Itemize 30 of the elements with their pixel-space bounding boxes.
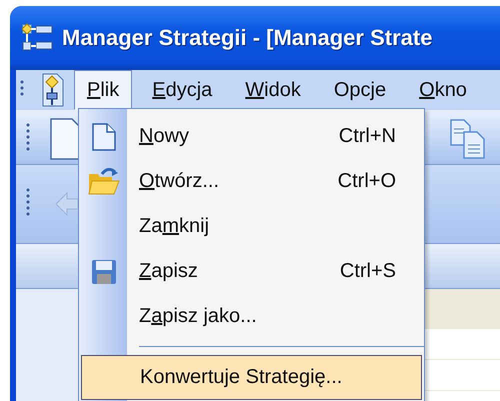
menu-item[interactable]: Konwertuje Strategię...	[81, 355, 422, 400]
menu-item[interactable]: Otwórz... Ctrl+O	[81, 159, 422, 204]
menu-item-label: Nowy	[139, 125, 190, 148]
toolbar-grip[interactable]	[20, 78, 24, 96]
menu-item[interactable]: Nowy Ctrl+N	[81, 114, 422, 159]
menu-item-label: Otwórz...	[139, 170, 220, 193]
menu-tab[interactable]: Edycja	[139, 70, 226, 110]
menu-item[interactable]: Zapisz Ctrl+S	[81, 249, 422, 294]
menu-item-label: Zamknij	[139, 215, 210, 238]
menu-item[interactable]: Zapisz jako...	[81, 294, 422, 339]
menu-tab[interactable]: Plik	[74, 70, 132, 110]
menu-item-label: Konwertuje Strategię...	[140, 366, 342, 389]
menu-item-label: Zapisz jako...	[139, 305, 257, 328]
shortcut-label: Ctrl+S	[340, 260, 396, 283]
back-arrow-icon[interactable]	[55, 191, 79, 217]
menu-tab[interactable]: Opcje	[320, 70, 400, 110]
menu-tab[interactable]: Okno	[406, 70, 480, 110]
window-title: Manager Strategii - [Manager Strate	[62, 25, 432, 51]
shortcut-label: Ctrl+N	[338, 125, 396, 148]
shortcut-label: Ctrl+O	[338, 170, 396, 193]
toolbar-grip[interactable]	[26, 186, 30, 216]
new-document-icon	[92, 122, 116, 150]
menu-tab[interactable]: Widok	[232, 70, 314, 110]
app-icon[interactable]	[42, 73, 64, 107]
menu-item-label: Zapisz	[139, 260, 198, 283]
menu-item[interactable]: Zamknij	[81, 204, 422, 249]
app-icon	[22, 23, 54, 53]
toolbar-grip[interactable]	[26, 122, 30, 152]
open-folder-icon	[88, 168, 120, 196]
copy-icon[interactable]	[450, 119, 486, 159]
